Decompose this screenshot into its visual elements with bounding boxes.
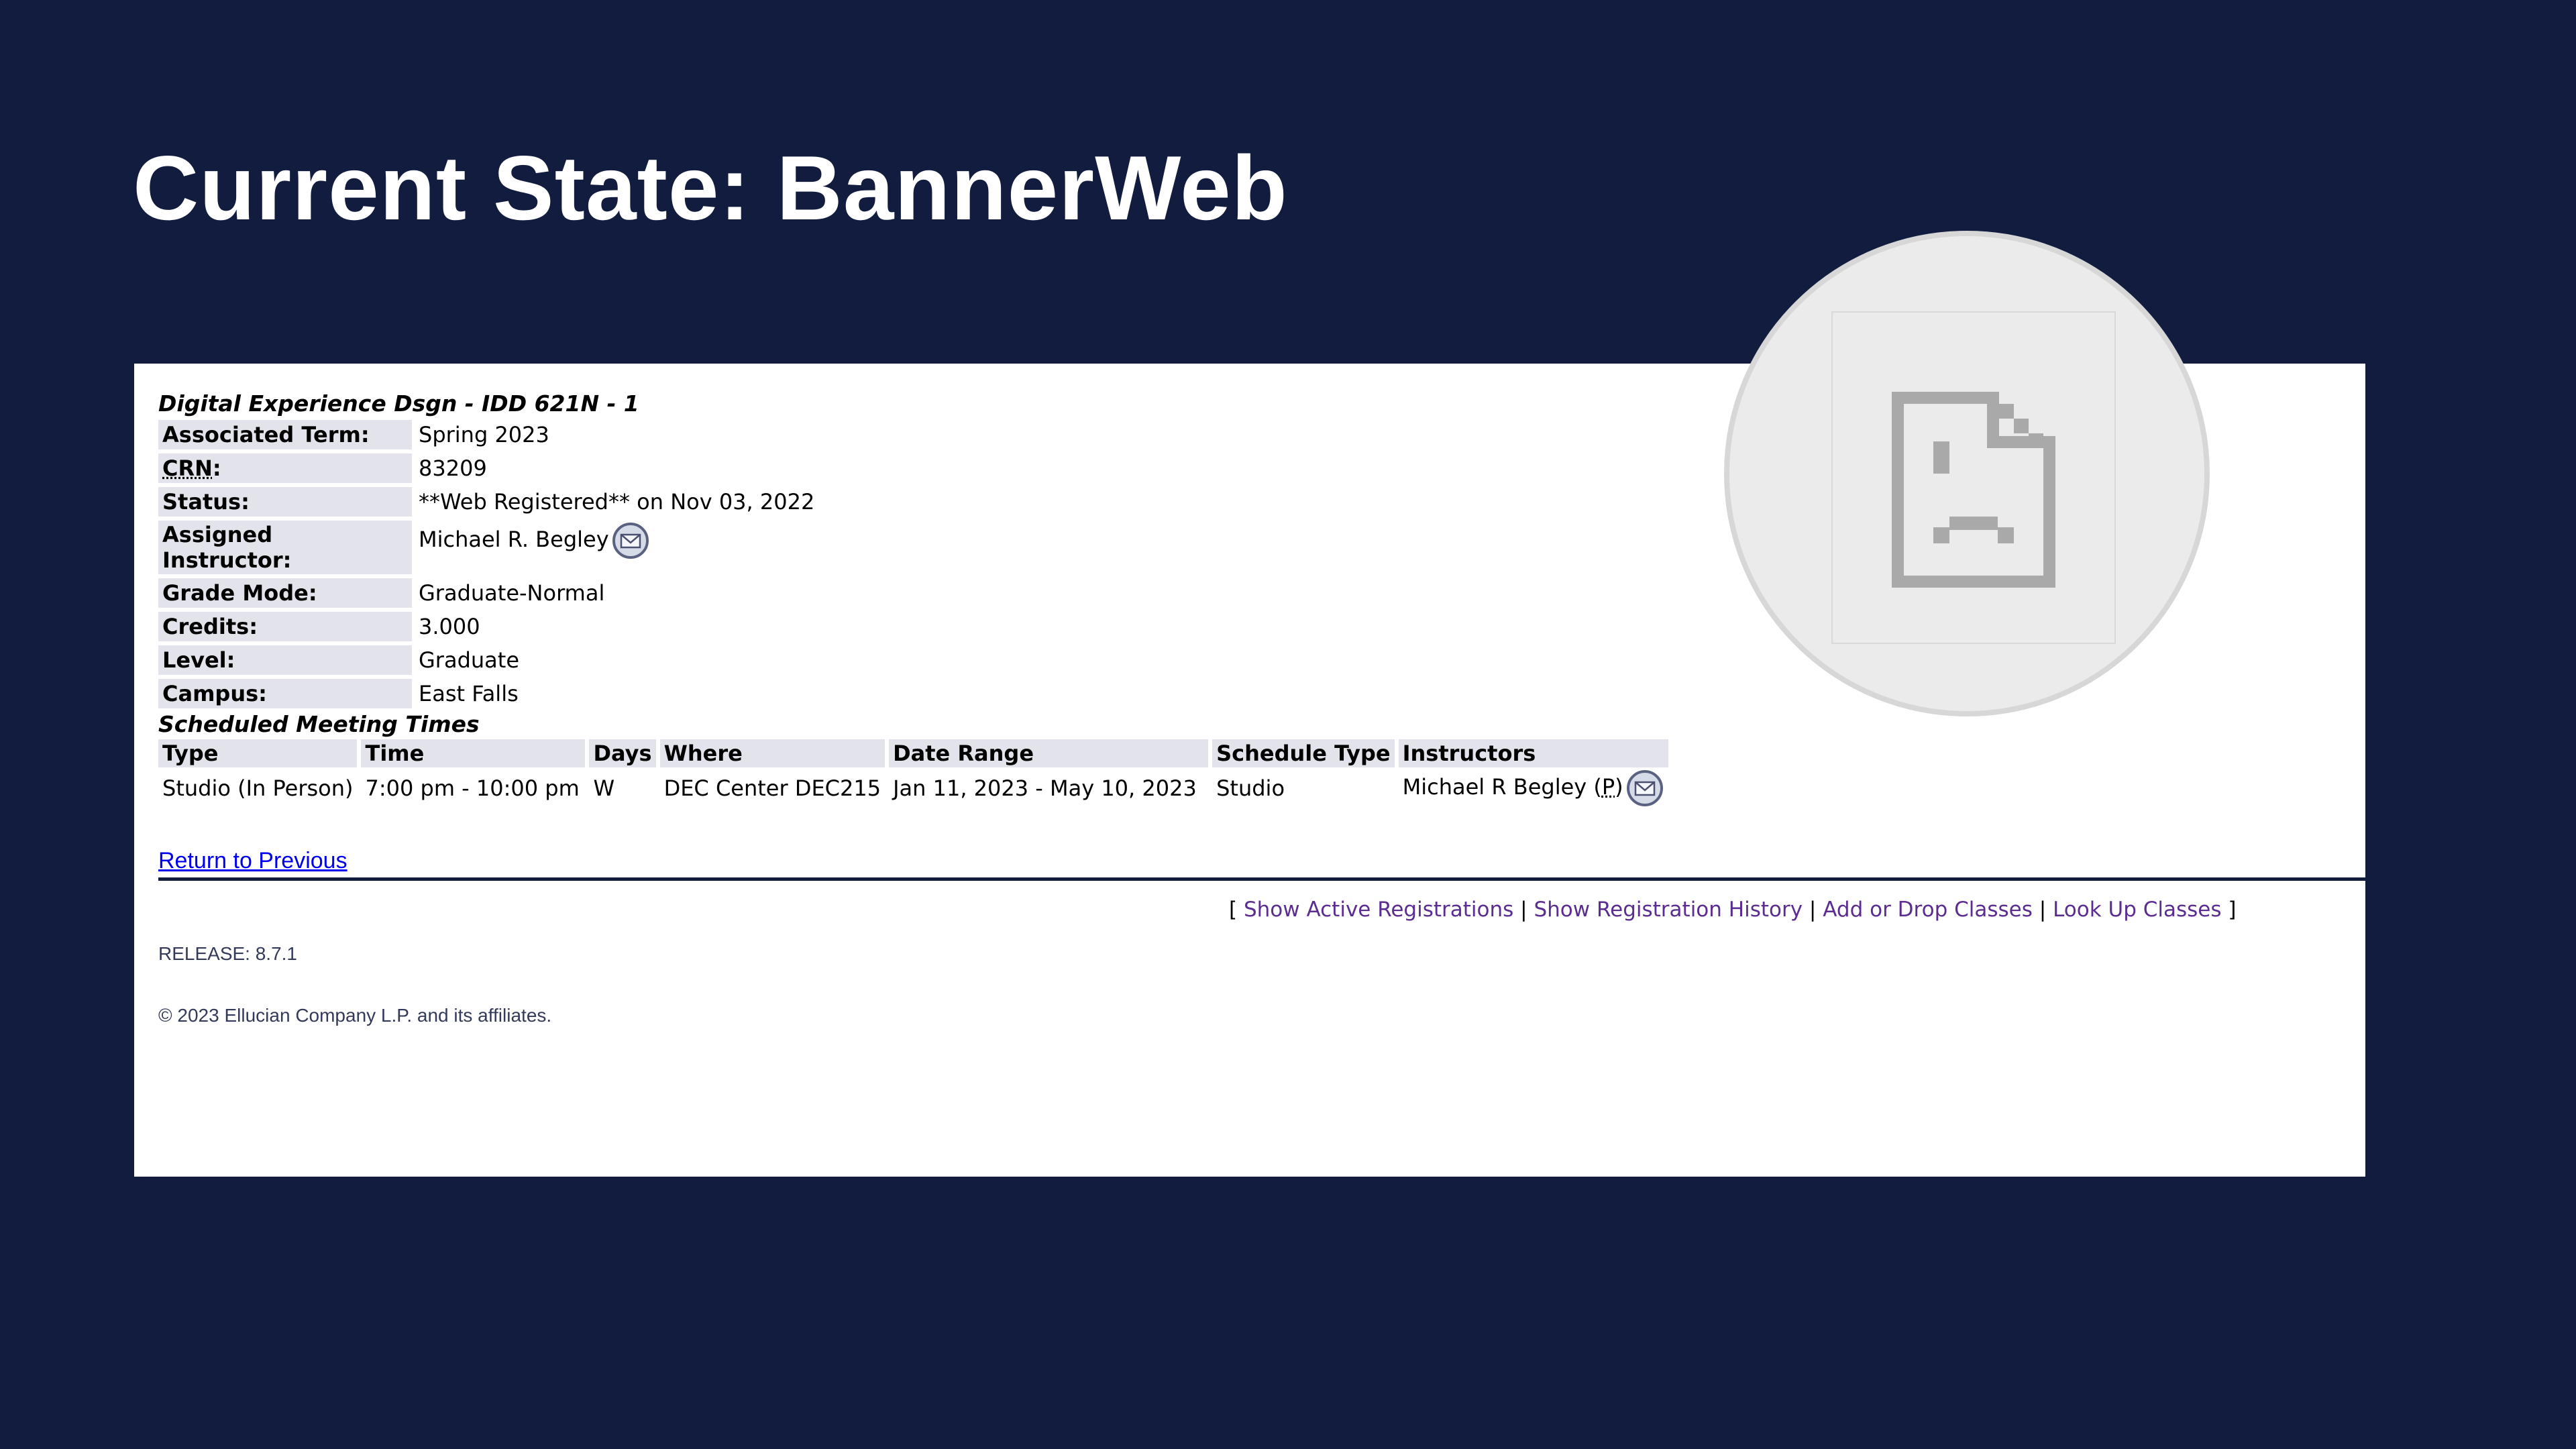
course-heading: Digital Experience Dsgn - IDD 621N - 1 xyxy=(158,390,639,417)
meeting-times-heading: Scheduled Meeting Times xyxy=(158,711,480,737)
crn-label-cell: CRN: xyxy=(158,453,412,483)
broken-image-placeholder xyxy=(1724,231,2210,716)
campus-value: East Falls xyxy=(419,681,519,706)
column-header-where: Where xyxy=(659,739,885,767)
instructor-label: Assigned Instructor: xyxy=(158,521,412,574)
campus-row: Campus: East Falls xyxy=(158,679,818,708)
separator: | xyxy=(1520,898,1527,922)
meeting-instructor-cell: Michael R Begley (P) xyxy=(1399,767,1668,809)
crn-value: 83209 xyxy=(419,455,487,481)
level-value: Graduate xyxy=(419,647,519,673)
term-label: Associated Term: xyxy=(158,420,412,449)
footer-navigation: [ Show Active Registrations | Show Regis… xyxy=(1229,898,2237,922)
meeting-type: Studio (In Person) xyxy=(162,775,354,801)
status-row: Status: **Web Registered** on Nov 03, 20… xyxy=(158,487,818,517)
column-header-time: Time xyxy=(361,739,586,767)
divider xyxy=(158,877,2365,881)
meeting-schedule-type: Studio xyxy=(1216,775,1285,801)
table-row: Studio (In Person) 7:00 pm - 10:00 pm W … xyxy=(158,767,1668,809)
instructor-cell: Michael R. Begley xyxy=(416,521,818,574)
grade-mode-label: Grade Mode: xyxy=(158,578,412,608)
add-or-drop-classes-link[interactable]: Add or Drop Classes xyxy=(1823,898,2033,922)
column-header-date-range: Date Range xyxy=(889,739,1209,767)
instructor-value: Michael R. Begley xyxy=(419,527,609,552)
credits-value: 3.000 xyxy=(419,614,480,639)
course-info-table: Associated Term: Spring 2023 CRN: 83209 … xyxy=(154,416,822,712)
meeting-date-range: Jan 11, 2023 - May 10, 2023 xyxy=(893,775,1197,801)
credits-row: Credits: 3.000 xyxy=(158,612,818,641)
broken-image-icon xyxy=(1892,392,2055,588)
meeting-times-table: Type Time Days Where Date Range Schedule… xyxy=(154,739,1672,809)
meeting-instructor: Michael R Begley ( xyxy=(1402,774,1602,800)
slide-title: Current State: BannerWeb xyxy=(133,137,1288,239)
crn-label: CRN xyxy=(162,455,213,481)
meeting-where: DEC Center DEC215 xyxy=(663,775,881,801)
status-label: Status: xyxy=(158,487,412,517)
return-to-previous-link[interactable]: Return to Previous xyxy=(158,848,347,874)
level-label: Level: xyxy=(158,645,412,675)
grade-mode-value: Graduate-Normal xyxy=(419,580,605,606)
meeting-days: W xyxy=(593,775,615,801)
show-active-registrations-link[interactable]: Show Active Registrations xyxy=(1244,898,1513,922)
mail-icon[interactable] xyxy=(1626,769,1664,807)
grade-mode-row: Grade Mode: Graduate-Normal xyxy=(158,578,818,608)
term-value: Spring 2023 xyxy=(419,422,549,447)
separator: | xyxy=(2039,898,2047,922)
status-value: **Web Registered** on Nov 03, 2022 xyxy=(419,489,815,515)
meeting-header-row: Type Time Days Where Date Range Schedule… xyxy=(158,739,1668,767)
crn-colon: : xyxy=(212,455,221,481)
open-bracket: [ xyxy=(1229,898,1238,922)
meeting-instructor-close: ) xyxy=(1615,774,1623,800)
instructor-row: Assigned Instructor: Michael R. Begley xyxy=(158,521,818,574)
meeting-time: 7:00 pm - 10:00 pm xyxy=(365,775,580,801)
crn-row: CRN: 83209 xyxy=(158,453,818,483)
level-row: Level: Graduate xyxy=(158,645,818,675)
term-row: Associated Term: Spring 2023 xyxy=(158,420,818,449)
credits-label: Credits: xyxy=(158,612,412,641)
column-header-instructors: Instructors xyxy=(1398,739,1668,767)
show-registration-history-link[interactable]: Show Registration History xyxy=(1534,898,1803,922)
column-header-type: Type xyxy=(158,739,358,767)
separator: | xyxy=(1809,898,1817,922)
look-up-classes-link[interactable]: Look Up Classes xyxy=(2053,898,2221,922)
release-version: RELEASE: 8.7.1 xyxy=(158,943,298,964)
column-header-schedule-type: Schedule Type xyxy=(1212,739,1395,767)
primary-instructor-marker: P xyxy=(1601,774,1615,800)
campus-label: Campus: xyxy=(158,679,412,708)
copyright-notice: © 2023 Ellucian Company L.P. and its aff… xyxy=(158,1005,552,1026)
column-header-days: Days xyxy=(589,739,656,767)
close-bracket: ] xyxy=(2228,898,2237,922)
mail-icon[interactable] xyxy=(612,522,649,559)
